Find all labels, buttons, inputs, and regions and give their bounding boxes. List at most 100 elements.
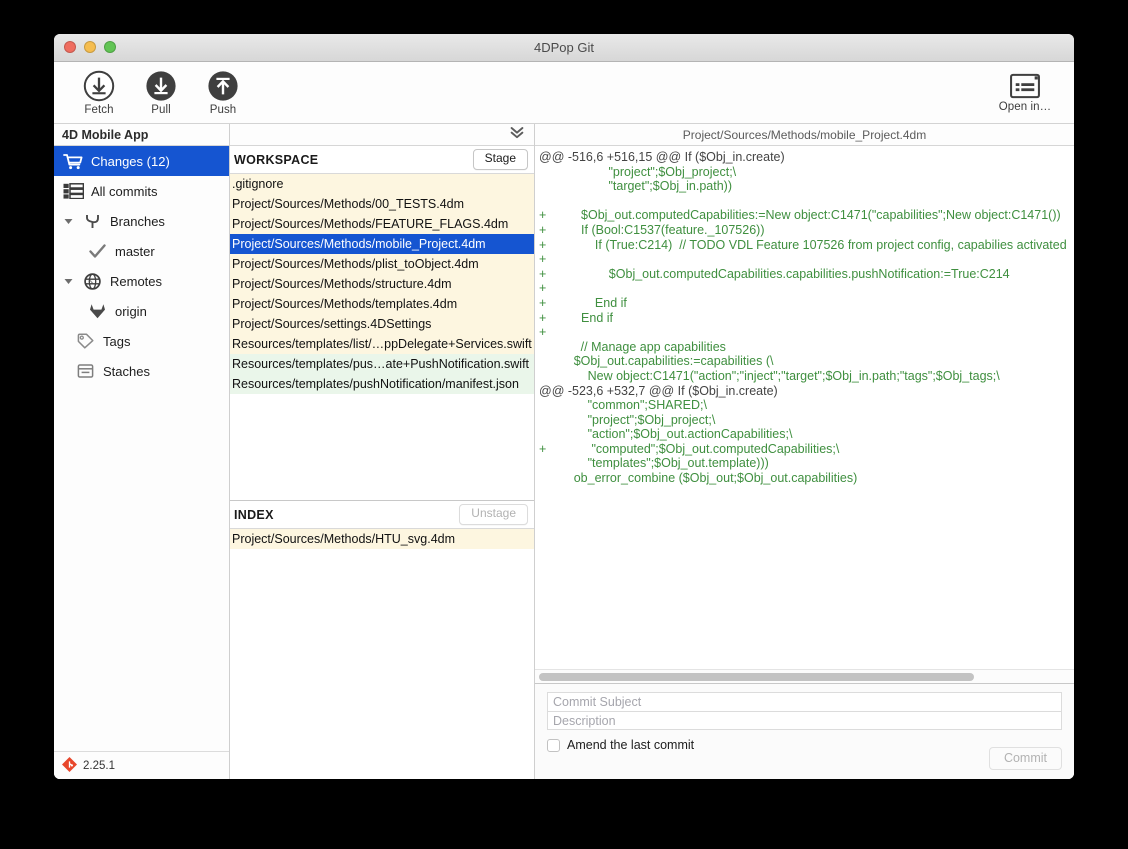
- commit-description-input[interactable]: Description: [547, 711, 1062, 730]
- diff-line: // Manage app capabilities: [539, 340, 1074, 355]
- diff-panel: Project/Sources/Methods/mobile_Project.4…: [535, 124, 1074, 779]
- stash-box-icon: [74, 361, 96, 381]
- diff-line: ob_error_combine ($Obj_out;$Obj_out.capa…: [539, 471, 1074, 486]
- sidebar-item-master[interactable]: master: [54, 236, 229, 266]
- diff-line-added: +: [539, 252, 1074, 267]
- diff-line: [539, 194, 1074, 209]
- file-row[interactable]: Project/Sources/Methods/templates.4dm: [230, 294, 534, 314]
- pull-label: Pull: [151, 104, 171, 116]
- sidebar-item-label: origin: [115, 304, 147, 319]
- file-row[interactable]: Project/Sources/Methods/mobile_Project.4…: [230, 234, 534, 254]
- diff-line: "project";$Obj_project;\: [539, 165, 1074, 180]
- file-row[interactable]: Project/Sources/Methods/structure.4dm: [230, 274, 534, 294]
- file-row[interactable]: Resources/templates/pushNotification/man…: [230, 374, 534, 394]
- diff-line: "action";$Obj_out.actionCapabilities;\: [539, 427, 1074, 442]
- sidebar-item-changes[interactable]: Changes (12): [54, 146, 229, 176]
- diff-line: "templates";$Obj_out.template))): [539, 456, 1074, 471]
- diff-line: $Obj_out.capabilities:=capabilities (\: [539, 354, 1074, 369]
- globe-icon: [81, 271, 103, 291]
- workspace-title: WORKSPACE: [234, 153, 318, 167]
- index-title: INDEX: [234, 508, 274, 522]
- diff-line-added: + $Obj_out.computedCapabilities:=New obj…: [539, 208, 1074, 223]
- file-row[interactable]: Resources/templates/list/…ppDelegate+Ser…: [230, 334, 534, 354]
- pull-button[interactable]: Pull: [130, 70, 192, 116]
- diff-content[interactable]: @@ -516,6 +516,15 @@ If ($Obj_in.create)…: [535, 146, 1074, 669]
- diff-line: "project";$Obj_project;\: [539, 413, 1074, 428]
- title-bar: 4DPop Git: [54, 34, 1074, 62]
- amend-checkbox[interactable]: [547, 739, 560, 752]
- sidebar-list: Changes (12) All commits: [54, 146, 229, 751]
- sidebar: 4D Mobile App Changes (12): [54, 124, 230, 779]
- sidebar-item-staches[interactable]: Staches: [54, 356, 229, 386]
- sidebar-item-remotes[interactable]: Remotes: [54, 266, 229, 296]
- sidebar-item-label: Changes (12): [91, 154, 170, 169]
- file-row[interactable]: Resources/templates/pus…ate+PushNotifica…: [230, 354, 534, 374]
- sidebar-item-label: Branches: [110, 214, 165, 229]
- diff-line-added: + If (True:C214) // TODO VDL Feature 107…: [539, 238, 1074, 253]
- open-in-window-list-icon: [1009, 73, 1041, 99]
- scrollbar-thumb[interactable]: [539, 673, 974, 681]
- main-body: 4D Mobile App Changes (12): [54, 124, 1074, 779]
- diff-line-added: +: [539, 281, 1074, 296]
- amend-label: Amend the last commit: [567, 738, 694, 752]
- index-file-list[interactable]: Project/Sources/Methods/HTU_svg.4dm: [230, 529, 534, 779]
- toolbar-right-group: Open in…: [994, 62, 1056, 123]
- stage-button[interactable]: Stage: [473, 149, 528, 170]
- diff-line-hunk: @@ -516,6 +516,15 @@ If ($Obj_in.create): [539, 150, 1074, 165]
- push-button[interactable]: Push: [192, 70, 254, 116]
- files-topbar: [230, 124, 534, 146]
- diff-line-added: + End if: [539, 296, 1074, 311]
- sidebar-footer: 2.25.1: [54, 751, 229, 779]
- sidebar-item-label: master: [115, 244, 155, 259]
- sidebar-item-branches[interactable]: Branches: [54, 206, 229, 236]
- branch-icon: [81, 211, 103, 231]
- file-row[interactable]: Project/Sources/Methods/HTU_svg.4dm: [230, 529, 534, 549]
- tag-icon: [74, 331, 96, 351]
- push-label: Push: [210, 104, 237, 116]
- toolbar: Fetch Pull Push: [54, 62, 1074, 124]
- sidebar-item-tags[interactable]: Tags: [54, 326, 229, 356]
- commit-button[interactable]: Commit: [989, 747, 1062, 770]
- window-title: 4DPop Git: [54, 34, 1074, 61]
- sidebar-item-label: Remotes: [110, 274, 162, 289]
- amend-last-commit-row[interactable]: Amend the last commit: [547, 737, 694, 752]
- diff-line-added: + "computed";$Obj_out.computedCapabiliti…: [539, 442, 1074, 457]
- commit-controls: Amend the last commit Commit: [547, 737, 1062, 770]
- push-up-arrow-filled-icon: [207, 70, 239, 102]
- workspace-section-header: WORKSPACE Stage: [230, 146, 534, 174]
- sidebar-item-all-commits[interactable]: All commits: [54, 176, 229, 206]
- files-panel: WORKSPACE Stage .gitignore Project/Sourc…: [230, 124, 535, 779]
- diff-line-added: + End if: [539, 311, 1074, 326]
- diff-header-path: Project/Sources/Methods/mobile_Project.4…: [535, 124, 1074, 146]
- file-row[interactable]: Project/Sources/Methods/plist_toObject.4…: [230, 254, 534, 274]
- workspace-file-list[interactable]: .gitignore Project/Sources/Methods/00_TE…: [230, 174, 534, 500]
- open-in-button[interactable]: Open in…: [994, 73, 1056, 113]
- open-in-label: Open in…: [999, 101, 1052, 113]
- commit-area: Commit Subject Description Amend the las…: [535, 683, 1074, 779]
- disclosure-triangle-open-icon[interactable]: [62, 218, 74, 225]
- sidebar-item-origin[interactable]: origin: [54, 296, 229, 326]
- diff-line-added: + $Obj_out.computedCapabilities.capabili…: [539, 267, 1074, 282]
- index-section-header: INDEX Unstage: [230, 501, 534, 529]
- diff-line-added: + If (Bool:C1537(feature._107526)): [539, 223, 1074, 238]
- double-chevron-down-icon[interactable]: [509, 125, 525, 144]
- diff-horizontal-scrollbar[interactable]: [535, 669, 1074, 683]
- commits-list-icon: [62, 181, 84, 201]
- fetch-label: Fetch: [84, 104, 113, 116]
- cart-icon: [62, 151, 84, 171]
- disclosure-triangle-open-icon[interactable]: [62, 278, 74, 285]
- git-logo-icon: [62, 757, 77, 775]
- fetch-button[interactable]: Fetch: [68, 70, 130, 116]
- fetch-down-arrow-outline-icon: [83, 70, 115, 102]
- git-version-label: 2.25.1: [83, 760, 115, 772]
- file-row[interactable]: .gitignore: [230, 174, 534, 194]
- unstage-button[interactable]: Unstage: [459, 504, 528, 525]
- commit-subject-input[interactable]: Commit Subject: [547, 692, 1062, 711]
- index-pane: INDEX Unstage Project/Sources/Methods/HT…: [230, 501, 534, 779]
- file-row[interactable]: Project/Sources/settings.4DSettings: [230, 314, 534, 334]
- pull-down-arrow-filled-icon: [145, 70, 177, 102]
- file-row[interactable]: Project/Sources/Methods/FEATURE_FLAGS.4d…: [230, 214, 534, 234]
- sidebar-item-label: Staches: [103, 364, 150, 379]
- file-row[interactable]: Project/Sources/Methods/00_TESTS.4dm: [230, 194, 534, 214]
- diff-line: New object:C1471("action";"inject";"targ…: [539, 369, 1074, 384]
